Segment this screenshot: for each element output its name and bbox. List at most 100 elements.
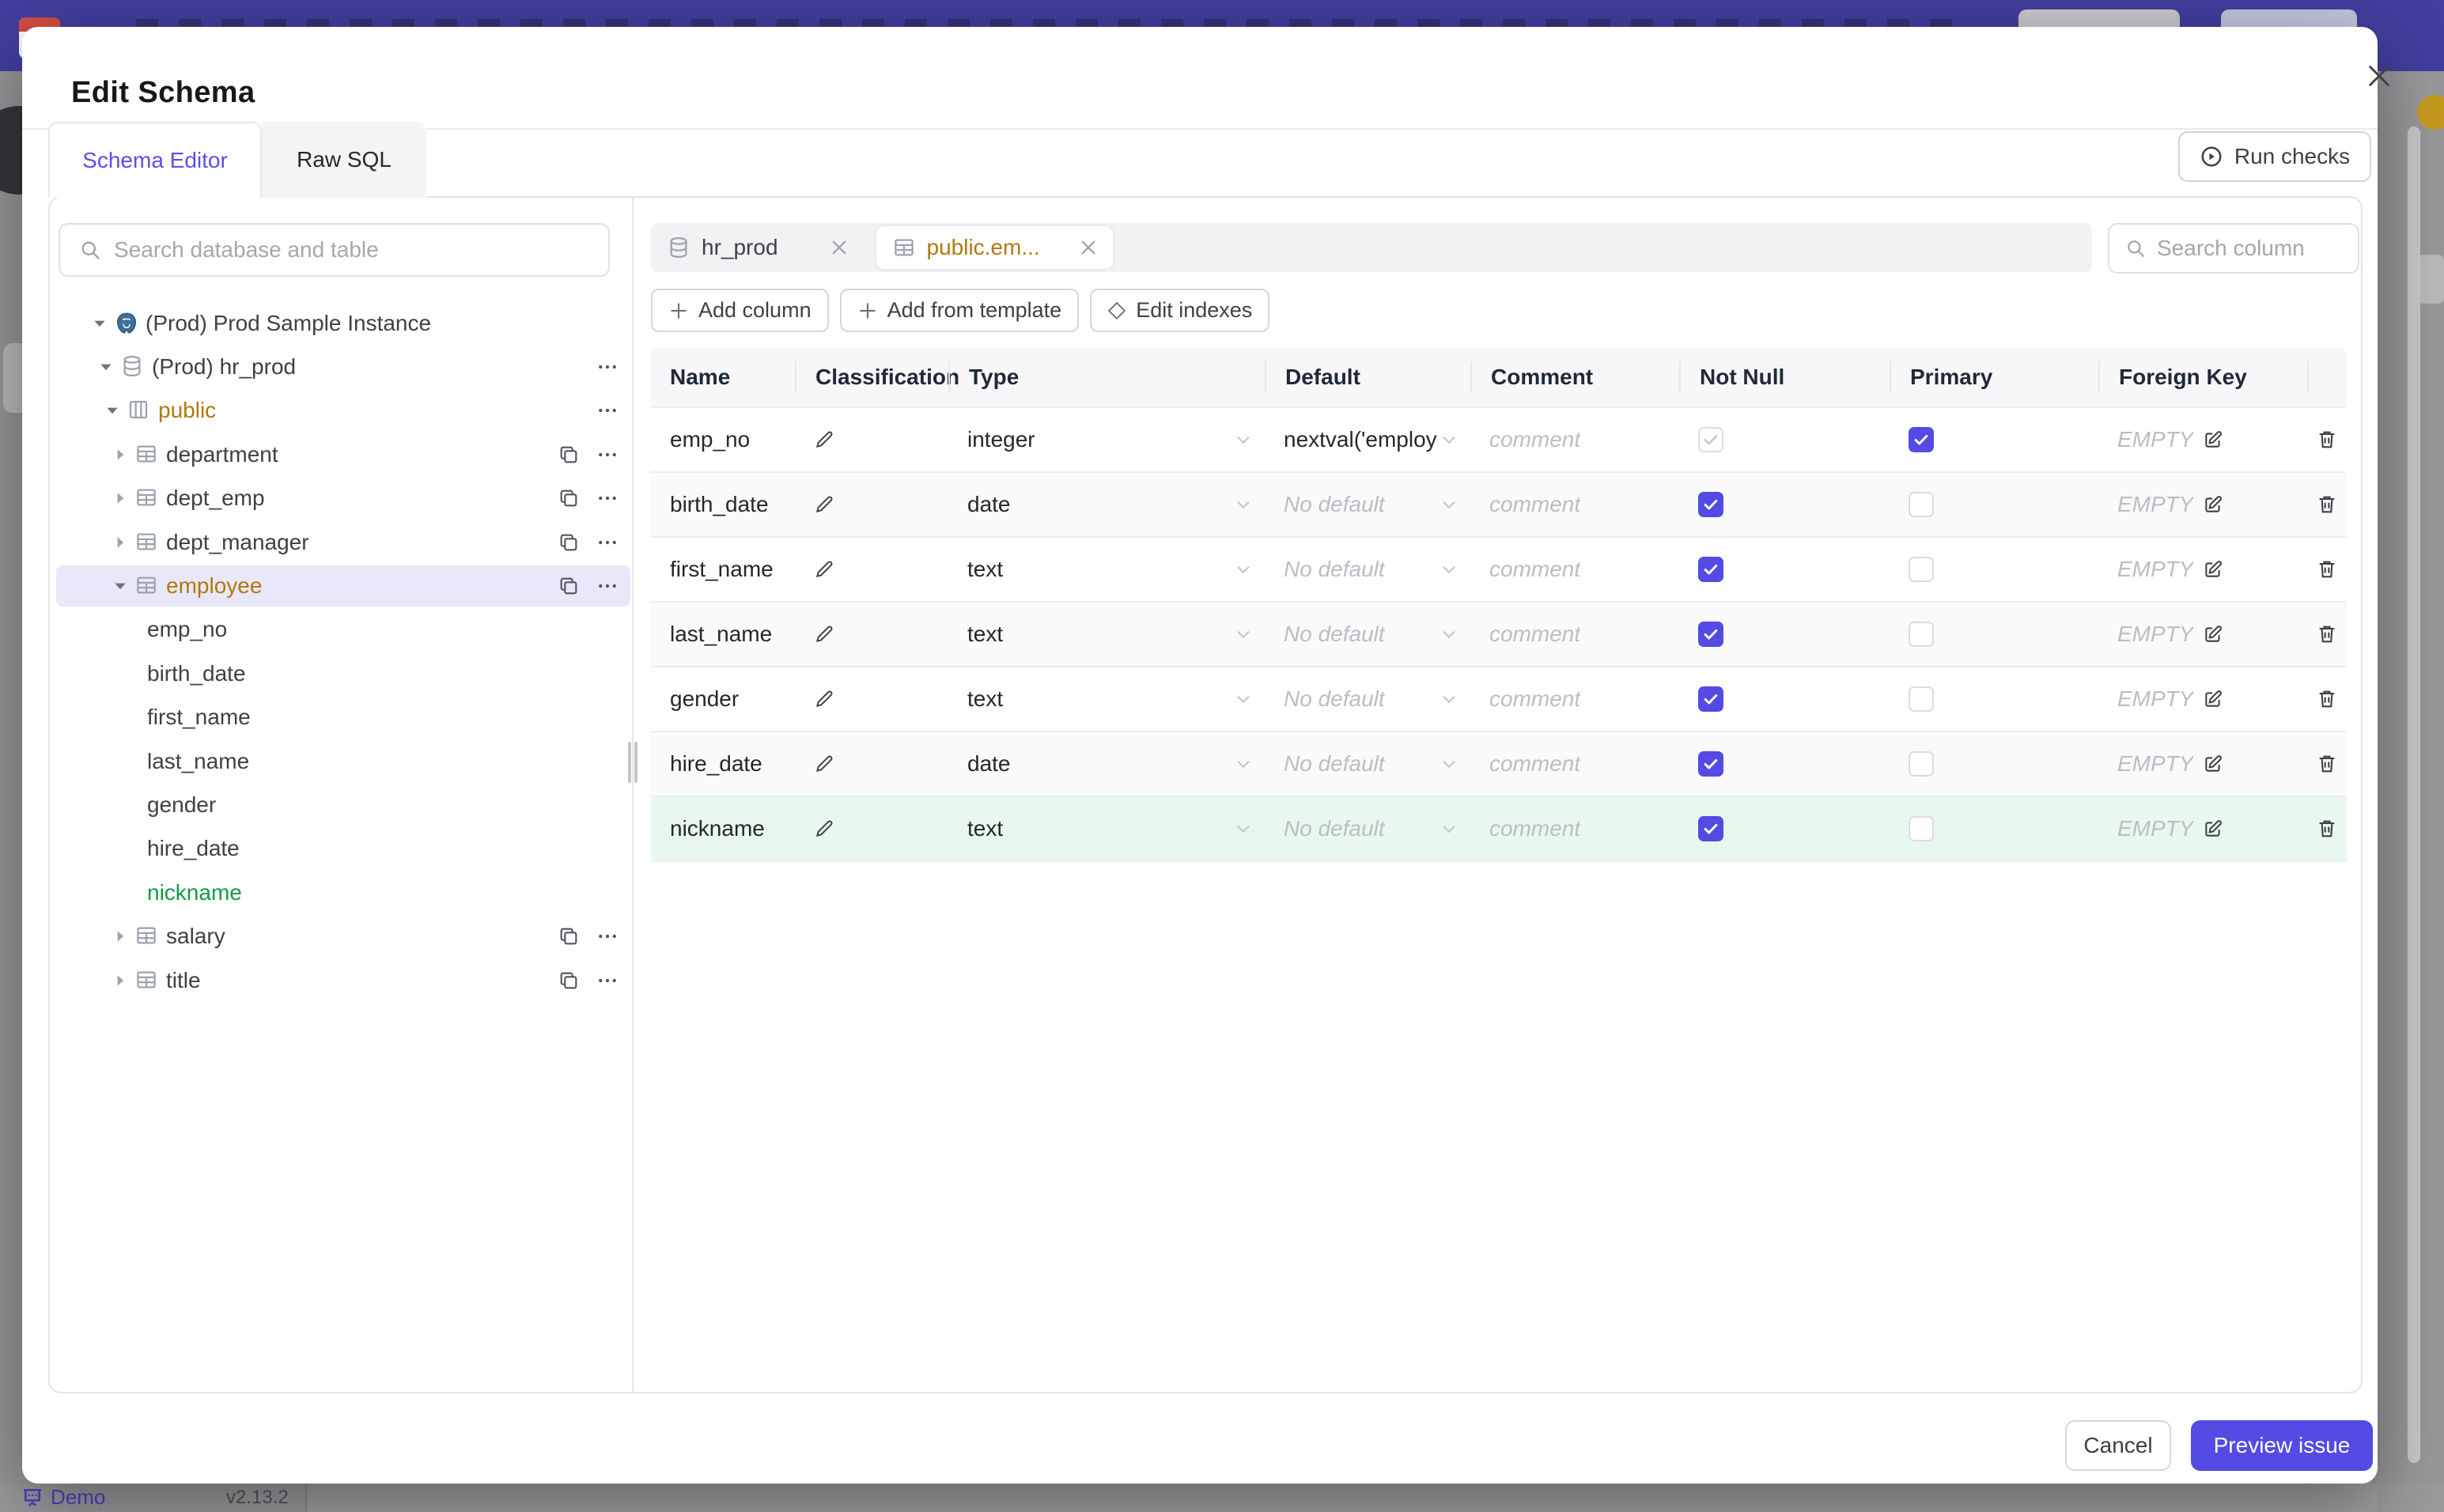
tree-item-title[interactable]: title — [48, 958, 632, 1002]
delete-row-icon[interactable] — [2316, 753, 2338, 775]
tab-raw-sql[interactable]: Raw SQL — [262, 122, 426, 198]
more-options-icon[interactable] — [596, 443, 619, 467]
primary-checkbox[interactable] — [1909, 816, 1934, 841]
column-name[interactable]: emp_no — [670, 427, 750, 452]
not-null-checkbox[interactable] — [1698, 427, 1723, 452]
caret-right-icon[interactable] — [112, 928, 128, 944]
column-name[interactable]: birth_date — [670, 492, 769, 517]
tab-schema-editor[interactable]: Schema Editor — [48, 122, 262, 198]
column-name[interactable]: last_name — [670, 622, 772, 647]
primary-checkbox[interactable] — [1909, 427, 1934, 452]
edit-foreign-key-icon[interactable] — [2203, 754, 2223, 774]
classification-pencil-icon[interactable] — [814, 624, 834, 644]
copy-icon[interactable] — [558, 575, 580, 597]
comment-input[interactable]: comment — [1489, 751, 1580, 777]
caret-right-icon[interactable] — [112, 973, 128, 988]
tree-item-public[interactable]: public — [48, 389, 632, 433]
tree-item-dept_manager[interactable]: dept_manager — [48, 520, 632, 564]
primary-checkbox[interactable] — [1909, 751, 1934, 777]
caret-down-icon[interactable] — [112, 578, 128, 594]
type-select[interactable]: text — [967, 557, 1003, 582]
caret-down-icon[interactable] — [104, 403, 120, 418]
tree-item-gender[interactable]: gender — [48, 783, 632, 826]
tree-item-emp_no[interactable]: emp_no — [48, 608, 632, 652]
preview-issue-button[interactable]: Preview issue — [2191, 1420, 2373, 1471]
comment-input[interactable]: comment — [1489, 686, 1580, 712]
default-select[interactable]: No default — [1284, 751, 1385, 777]
run-checks-button[interactable]: Run checks — [2178, 131, 2371, 182]
delete-row-icon[interactable] — [2316, 493, 2338, 516]
default-select[interactable]: No default — [1284, 686, 1385, 712]
edit-foreign-key-icon[interactable] — [2203, 689, 2223, 709]
classification-pencil-icon[interactable] — [814, 429, 834, 450]
not-null-checkbox[interactable] — [1698, 557, 1723, 582]
close-tab-icon[interactable] — [830, 239, 848, 256]
primary-checkbox[interactable] — [1909, 686, 1934, 712]
delete-row-icon[interactable] — [2316, 688, 2338, 710]
primary-checkbox[interactable] — [1909, 557, 1934, 582]
caret-right-icon[interactable] — [112, 535, 128, 550]
copy-icon[interactable] — [558, 970, 580, 992]
type-select[interactable]: integer — [967, 427, 1035, 452]
caret-down-icon[interactable] — [92, 316, 108, 331]
more-options-icon[interactable] — [596, 574, 619, 598]
caret-right-icon[interactable] — [112, 490, 128, 506]
more-options-icon[interactable] — [596, 486, 619, 510]
classification-pencil-icon[interactable] — [814, 754, 834, 774]
classification-pencil-icon[interactable] — [814, 689, 834, 709]
not-null-checkbox[interactable] — [1698, 622, 1723, 647]
tree-item-nickname[interactable]: nickname — [48, 871, 632, 914]
classification-pencil-icon[interactable] — [814, 559, 834, 580]
open-tab-chip-public-em-[interactable]: public.em... — [876, 226, 1113, 269]
tree-item-first_name[interactable]: first_name — [48, 696, 632, 739]
default-select[interactable]: No default — [1284, 492, 1385, 517]
edit-foreign-key-icon[interactable] — [2203, 494, 2223, 515]
primary-checkbox[interactable] — [1909, 622, 1934, 647]
tree-item-hire_date[interactable]: hire_date — [48, 827, 632, 871]
type-select[interactable]: text — [967, 622, 1003, 647]
tree-item-department[interactable]: department — [48, 433, 632, 476]
delete-row-icon[interactable] — [2316, 818, 2338, 840]
type-select[interactable]: date — [967, 751, 1011, 777]
comment-input[interactable]: comment — [1489, 427, 1580, 452]
edit-foreign-key-icon[interactable] — [2203, 429, 2223, 450]
comment-input[interactable]: comment — [1489, 492, 1580, 517]
delete-row-icon[interactable] — [2316, 558, 2338, 580]
column-name[interactable]: gender — [670, 686, 739, 712]
default-select[interactable]: No default — [1284, 557, 1385, 582]
edit-indexes-button[interactable]: Edit indexes — [1090, 289, 1270, 332]
close-tab-icon[interactable] — [1080, 239, 1097, 256]
copy-icon[interactable] — [558, 444, 580, 466]
copy-icon[interactable] — [558, 925, 580, 947]
open-tab-chip-hr_prod[interactable]: hr_prod — [651, 223, 864, 272]
add-column-button[interactable]: Add column — [651, 289, 829, 332]
type-select[interactable]: date — [967, 492, 1011, 517]
default-select[interactable]: No default — [1284, 816, 1385, 841]
not-null-checkbox[interactable] — [1698, 492, 1723, 517]
type-select[interactable]: text — [967, 686, 1003, 712]
primary-checkbox[interactable] — [1909, 492, 1934, 517]
comment-input[interactable]: comment — [1489, 557, 1580, 582]
classification-pencil-icon[interactable] — [814, 494, 834, 515]
copy-icon[interactable] — [558, 531, 580, 554]
tree-item-salary[interactable]: salary — [48, 914, 632, 958]
classification-pencil-icon[interactable] — [814, 818, 834, 839]
tree-item--prod-hr_prod[interactable]: (Prod) hr_prod — [48, 345, 632, 388]
comment-input[interactable]: comment — [1489, 816, 1580, 841]
database-search-input[interactable]: Search database and table — [59, 223, 610, 277]
column-name[interactable]: first_name — [670, 557, 774, 582]
comment-input[interactable]: comment — [1489, 622, 1580, 647]
delete-row-icon[interactable] — [2316, 429, 2338, 451]
more-options-icon[interactable] — [596, 355, 619, 379]
edit-foreign-key-icon[interactable] — [2203, 624, 2223, 644]
cancel-button[interactable]: Cancel — [2065, 1420, 2171, 1471]
demo-link[interactable]: Demo — [22, 1485, 105, 1510]
edit-foreign-key-icon[interactable] — [2203, 818, 2223, 839]
more-options-icon[interactable] — [596, 531, 619, 554]
delete-row-icon[interactable] — [2316, 623, 2338, 645]
tree-item--prod-prod-sample-instance[interactable]: (Prod) Prod Sample Instance — [48, 301, 632, 345]
tree-item-dept_emp[interactable]: dept_emp — [48, 477, 632, 520]
copy-icon[interactable] — [558, 487, 580, 509]
more-options-icon[interactable] — [596, 969, 619, 992]
column-search-input[interactable]: Search column — [2108, 223, 2359, 274]
